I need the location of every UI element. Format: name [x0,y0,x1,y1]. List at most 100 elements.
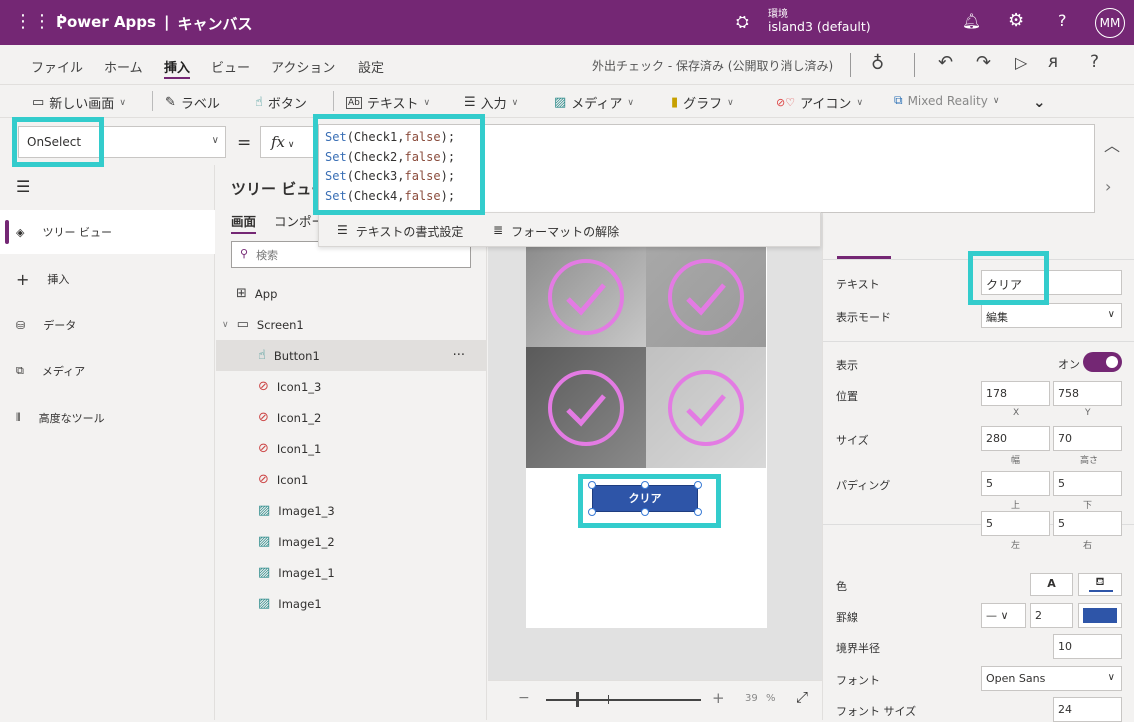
help-icon[interactable]: ? [1090,52,1099,72]
resize-handle[interactable] [641,481,649,489]
menu-file[interactable]: ファイル [31,57,83,76]
hamburger-icon[interactable]: ☰ [16,177,30,196]
border-color-button[interactable] [1078,603,1122,628]
padding-right-input[interactable]: 5 [1053,511,1122,536]
tree-item-image1_2[interactable]: ▨ Image1_2 [216,526,487,557]
x-input[interactable]: 178 [981,381,1050,406]
tree-item-icon1_1[interactable]: ⊘ Icon1_1 [216,433,487,464]
image-tile[interactable] [526,247,646,347]
bell-icon[interactable]: 🔔︎ [962,12,981,30]
stethoscope-icon[interactable]: ♁ [871,53,884,74]
menu-insert[interactable]: 挿入 [164,57,191,79]
padding-bottom-input[interactable]: 5 [1053,471,1122,496]
check-circle-icon[interactable] [546,257,626,337]
resize-handle[interactable] [694,508,702,516]
tree-item-app[interactable]: ⊞ App [216,278,487,309]
border-style-dropdown[interactable]: — ∨ [981,603,1026,628]
formula-line[interactable]: Set(Check2,false); [325,148,1088,168]
chart-button[interactable]: ▮ グラフ ∨ [671,93,734,112]
nav-item-insert[interactable]: + 挿入 [0,257,215,301]
image-tile[interactable] [646,247,766,347]
media-button[interactable]: ▨ メディア ∨ [554,93,634,112]
padding-left-input[interactable]: 5 [981,511,1050,536]
formula-line[interactable]: Set(Check4,false); [325,187,1088,207]
nav-item-data[interactable]: ⛁ データ [0,303,215,347]
nav-item-media[interactable]: ⧉ メディア [0,349,215,393]
chevron-right-icon[interactable]: › [1105,177,1111,196]
nav-item-advanced-tools[interactable]: ⫴ 高度なツール [0,396,215,440]
text-input[interactable]: クリア [981,270,1122,295]
menu-home[interactable]: ホーム [104,57,143,76]
tree-item-icon1[interactable]: ⊘ Icon1 [216,464,487,495]
help-icon[interactable]: ? [1058,11,1067,30]
gear-icon[interactable]: ⚙ [1008,10,1024,31]
border-width-input[interactable]: 2 [1030,603,1073,628]
tree-item-image1_3[interactable]: ▨ Image1_3 [216,495,487,526]
text-color-button[interactable]: A [1030,573,1073,596]
format-text-button[interactable]: ☰ テキストの書式設定 [337,223,463,240]
tab-components[interactable]: コンポーネント [274,211,318,230]
font-dropdown[interactable]: Open Sans ∨ [981,666,1122,691]
formula-line[interactable]: Set(Check3,false); [325,167,1088,187]
tree-item-button1[interactable]: ☝ Button1 ··· [216,340,487,371]
font-size-input[interactable]: 24 [1053,697,1122,722]
resize-handle[interactable] [588,481,596,489]
check-circle-icon[interactable] [666,368,746,448]
new-screen-button[interactable]: ▭ 新しい画面 ∨ [32,93,126,112]
remove-format-button[interactable]: ≣ フォーマットの解除 [493,223,619,240]
icons-button[interactable]: ⊘♡ アイコン ∨ [776,93,863,112]
menu-action[interactable]: アクション [271,57,335,76]
fill-color-button[interactable]: ⛾ [1078,573,1122,596]
zoom-out-button[interactable]: − [518,690,530,706]
button-button[interactable]: ☝ ボタン [255,93,307,112]
padding-top-input[interactable]: 5 [981,471,1050,496]
formula-line[interactable]: Set(Check1,false); [325,128,1088,148]
mixed-reality-button[interactable]: ⧉ Mixed Reality ∨ [894,93,999,108]
chevron-down-icon[interactable]: ∨ [222,320,229,330]
resize-handle[interactable] [588,508,596,516]
radius-input[interactable]: 10 [1053,634,1122,659]
share-user-icon[interactable]: ᴙ [1048,52,1058,72]
zoom-in-button[interactable]: + [712,689,725,707]
nav-item-tree-view[interactable]: ◈ ツリー ビュー [0,210,215,254]
resize-handle[interactable] [694,481,702,489]
fit-to-window-icon[interactable]: ⤢ [796,688,808,706]
property-dropdown[interactable]: OnSelect ∨ [18,126,226,158]
play-icon[interactable]: ▷ [1015,53,1027,72]
more-chevron-icon[interactable]: ⌄ [1033,93,1046,111]
tree-item-screen1[interactable]: ∨ ▭ Screen1 [216,309,487,340]
text-input-icon: Ab [346,96,362,109]
label-button[interactable]: ✎ ラベル [165,93,220,112]
tree-item-icon1_2[interactable]: ⊘ Icon1_2 [216,402,487,433]
image-tile[interactable] [526,347,646,468]
width-input[interactable]: 280 [981,426,1050,451]
visible-toggle[interactable] [1083,352,1122,372]
y-input[interactable]: 758 [1053,381,1122,406]
environment-name[interactable]: island3 (default) [768,19,871,34]
height-input[interactable]: 70 [1053,426,1122,451]
formula-input[interactable]: Set(Check1,false); Set(Check2,false); Set(… [318,124,1095,213]
formula-code[interactable]: Set(Check1,false); Set(Check2,false); Set(… [325,128,1088,206]
display-mode-dropdown[interactable]: 編集 ∨ [981,303,1122,328]
avatar[interactable]: MM [1095,8,1125,38]
input-button[interactable]: ☰ 入力 ∨ [464,93,518,112]
menu-settings[interactable]: 設定 [358,57,384,76]
check-circle-icon[interactable] [666,257,746,337]
zoom-slider-thumb[interactable] [576,692,579,707]
function-button[interactable]: fx ∨ [260,126,316,158]
tab-screens[interactable]: 画面 [231,211,257,234]
tree-item-image1_1[interactable]: ▨ Image1_1 [216,557,487,588]
menu-view[interactable]: ビュー [211,57,250,76]
padding-left-caption: 左 [1011,541,1021,551]
check-circle-icon[interactable] [546,368,626,448]
tree-item-icon1_3[interactable]: ⊘ Icon1_3 [216,371,487,402]
redo-icon[interactable]: ↷ [976,52,991,73]
text-button[interactable]: Ab テキスト ∨ [346,93,430,112]
image-tile[interactable] [646,347,766,468]
tree-item-image1[interactable]: ▨ Image1 [216,588,487,619]
zoom-slider[interactable] [546,699,701,701]
more-options-icon[interactable]: ··· [453,348,465,363]
undo-icon[interactable]: ↶ [938,52,953,73]
collapse-formula-icon[interactable]: ︿ [1104,132,1120,156]
resize-handle[interactable] [641,508,649,516]
